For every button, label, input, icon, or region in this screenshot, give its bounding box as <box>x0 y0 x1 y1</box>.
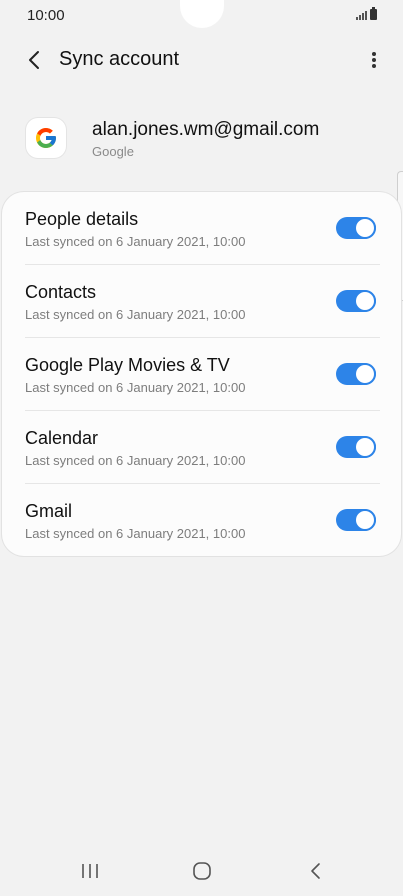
toggle-knob <box>354 436 376 458</box>
recents-icon <box>82 864 98 878</box>
sync-item-title: Gmail <box>25 501 73 521</box>
sync-toggle[interactable] <box>336 436 376 458</box>
toggle-knob <box>354 363 376 385</box>
sync-toggle[interactable] <box>336 509 376 531</box>
sync-item-title: People details <box>25 209 139 229</box>
home-icon <box>193 862 211 880</box>
back-icon <box>311 863 320 879</box>
recents-button[interactable] <box>80 862 100 880</box>
signal-icon <box>356 10 367 20</box>
more-options-button[interactable] <box>365 44 383 76</box>
status-icons <box>356 7 377 20</box>
page-title: Sync account <box>59 48 180 70</box>
toggle-knob <box>354 217 376 239</box>
sync-item-subtitle: Last synced on 6 January 2021, 10:00 <box>25 380 246 395</box>
sync-item-subtitle: Last synced on 6 January 2021, 10:00 <box>25 453 246 468</box>
account-email: alan.jones.wm@gmail.com <box>92 119 320 140</box>
sync-items-card: People details Last synced on 6 January … <box>2 192 401 556</box>
sync-item-calendar[interactable]: Calendar Last synced on 6 January 2021, … <box>2 411 401 484</box>
sync-item-title: Contacts <box>25 282 97 302</box>
sync-item-title: Google Play Movies & TV <box>25 355 230 375</box>
sync-item-title: Calendar <box>25 428 99 448</box>
system-nav-bar <box>0 846 403 896</box>
battery-icon <box>370 7 377 20</box>
status-bar: 10:00 <box>0 0 403 32</box>
chevron-left-icon <box>29 51 39 69</box>
app-bar: Sync account <box>0 38 403 82</box>
sync-item-subtitle: Last synced on 6 January 2021, 10:00 <box>25 307 246 322</box>
home-button[interactable] <box>192 861 212 881</box>
sync-toggle[interactable] <box>336 290 376 312</box>
google-logo <box>26 118 66 158</box>
sync-item-subtitle: Last synced on 6 January 2021, 10:00 <box>25 234 246 249</box>
sync-item-subtitle: Last synced on 6 January 2021, 10:00 <box>25 526 246 541</box>
toggle-knob <box>354 290 376 312</box>
sync-item-google-play-movies[interactable]: Google Play Movies & TV Last synced on 6… <box>2 338 401 411</box>
sync-toggle[interactable] <box>336 217 376 239</box>
sync-toggle[interactable] <box>336 363 376 385</box>
account-type: Google <box>92 144 134 159</box>
sync-item-contacts[interactable]: Contacts Last synced on 6 January 2021, … <box>2 265 401 338</box>
nav-back-button[interactable] <box>306 861 326 881</box>
account-header: alan.jones.wm@gmail.com Google <box>26 115 386 165</box>
status-time: 10:00 <box>27 7 65 24</box>
camera-notch <box>180 0 224 28</box>
toggle-knob <box>354 509 376 531</box>
sync-item-people-details[interactable]: People details Last synced on 6 January … <box>2 192 401 265</box>
more-vertical-icon <box>372 52 376 68</box>
back-button[interactable] <box>18 44 50 76</box>
sync-item-gmail[interactable]: Gmail Last synced on 6 January 2021, 10:… <box>2 484 401 556</box>
